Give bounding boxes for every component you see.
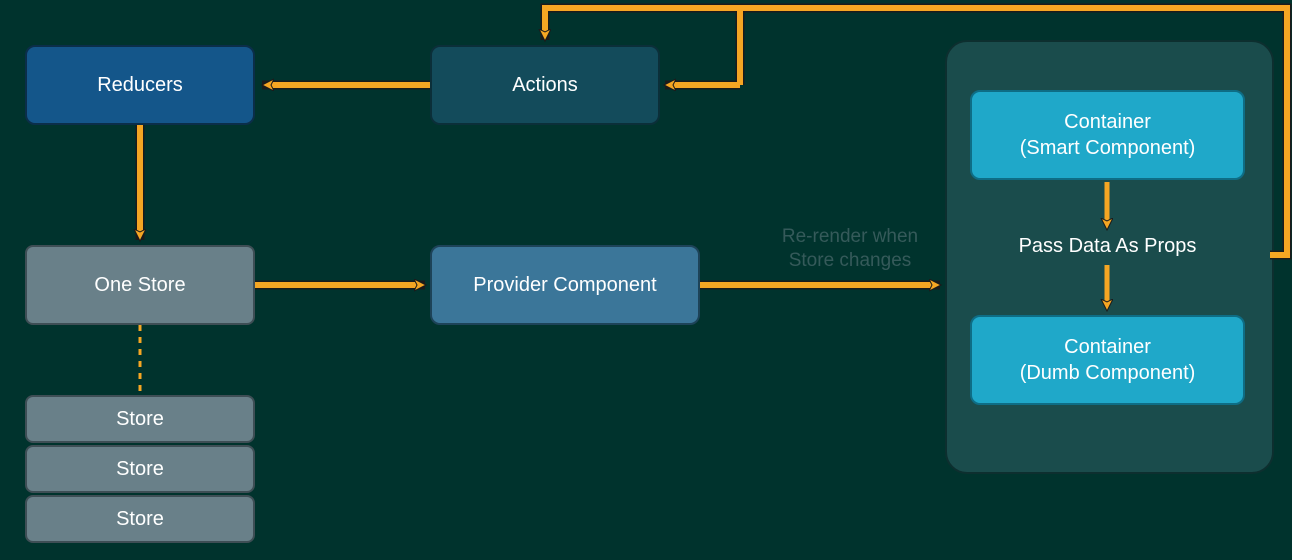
actions-label: Actions: [512, 72, 578, 98]
dumb-line1: Container: [1064, 336, 1151, 358]
rerender-line1: Re-render when: [782, 226, 918, 247]
node-store-2: Store: [25, 445, 255, 493]
reducers-label: Reducers: [97, 72, 183, 98]
smart-line1: Container: [1064, 111, 1151, 133]
smart-label: Container (Smart Component): [1020, 109, 1196, 161]
label-pass-data-as-props: Pass Data As Props: [970, 235, 1245, 258]
node-provider-component: Provider Component: [430, 245, 700, 325]
provider-label: Provider Component: [473, 272, 656, 298]
node-store-3: Store: [25, 495, 255, 543]
node-actions: Actions: [430, 45, 660, 125]
store-1-label: Store: [116, 406, 164, 432]
smart-line2: (Smart Component): [1020, 137, 1196, 159]
one-store-label: One Store: [94, 272, 185, 298]
node-one-store: One Store: [25, 245, 255, 325]
node-smart-component: Container (Smart Component): [970, 90, 1245, 180]
node-store-1: Store: [25, 395, 255, 443]
node-dumb-component: Container (Dumb Component): [970, 315, 1245, 405]
node-reducers: Reducers: [25, 45, 255, 125]
store-3-label: Store: [116, 506, 164, 532]
dumb-line2: (Dumb Component): [1020, 362, 1196, 384]
store-2-label: Store: [116, 456, 164, 482]
annotation-rerender: Re-render when Store changes: [755, 225, 945, 273]
rerender-line2: Store changes: [789, 250, 912, 271]
pass-data-text: Pass Data As Props: [1019, 235, 1197, 257]
dumb-label: Container (Dumb Component): [1020, 334, 1196, 386]
